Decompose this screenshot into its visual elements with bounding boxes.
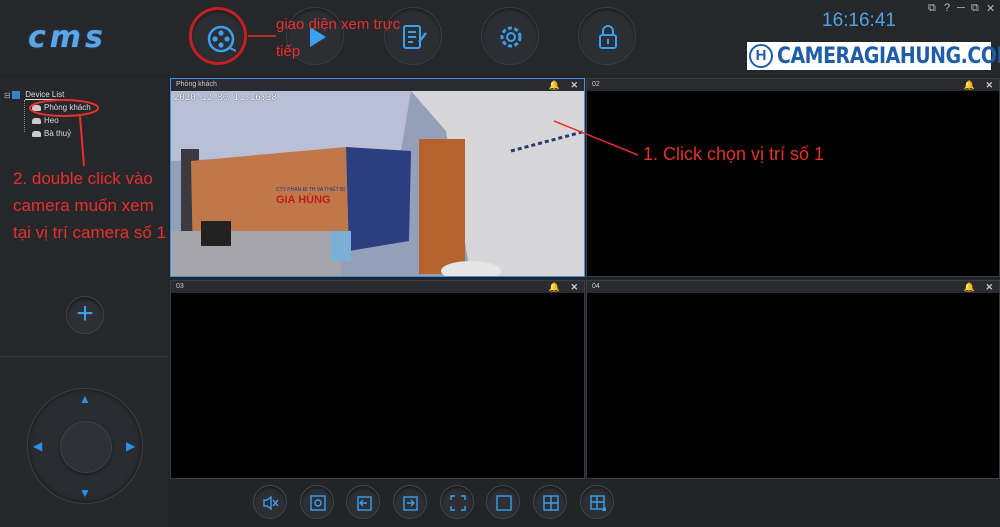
next-button[interactable] xyxy=(393,485,427,519)
annotation-arrow-icon xyxy=(248,35,276,37)
close-pane-icon[interactable]: ✕ xyxy=(570,79,578,91)
layout-1-button[interactable] xyxy=(486,485,520,519)
gear-icon xyxy=(500,26,522,48)
layout-4-button[interactable] xyxy=(533,485,567,519)
camera-feed-image: 2020-12-30 11:16:38 CTY PHAN ĐI TH VA TH… xyxy=(171,91,584,276)
collapse-icon[interactable]: ⊟ xyxy=(4,91,11,100)
plus-icon: + xyxy=(76,297,94,330)
app-logo: cms xyxy=(28,20,107,55)
pane-header: Phòng khách 🔔 ✕ xyxy=(171,79,584,91)
mute-icon xyxy=(263,495,279,511)
video-pane-2[interactable]: 02 🔔 ✕ xyxy=(586,78,1000,277)
lock-icon xyxy=(599,25,617,49)
help-icon[interactable]: ? xyxy=(944,2,950,14)
next-icon xyxy=(403,496,418,511)
pane-title: Phòng khách xyxy=(176,81,217,88)
pane-header: 02 🔔 ✕ xyxy=(587,79,999,91)
layout-more-icon xyxy=(590,495,606,511)
maximize-icon[interactable]: ⧉ xyxy=(971,2,979,15)
living-room-scene xyxy=(171,91,584,276)
wall-sign-small: CTY PHAN ĐI TH VA THIẾT BỊ xyxy=(276,187,345,193)
pane-header: 04 🔔 ✕ xyxy=(587,281,999,293)
left-panel: ⊟ Device List Phòng khách Heo Bà thuỷ + … xyxy=(0,78,168,527)
add-device-button[interactable]: + xyxy=(66,296,104,334)
close-pane-icon[interactable]: ✕ xyxy=(570,281,578,293)
alarm-bell-icon[interactable]: 🔔 xyxy=(549,281,560,293)
layout-4-icon xyxy=(543,495,559,511)
brand-mark: H xyxy=(749,44,773,68)
top-toolbar: cms giao diện xem trực tiếp 16:16:41 ⧉ ?… xyxy=(0,0,1000,75)
previous-button[interactable] xyxy=(346,485,380,519)
double-click-annotation: 2. double click vào camera muốn xem tại … xyxy=(13,169,167,242)
ptz-left-icon[interactable]: ◀ xyxy=(33,439,42,453)
live-view-annotation: giao diện xem trực tiếp xyxy=(276,16,401,60)
close-pane-icon[interactable]: ✕ xyxy=(985,79,993,91)
brand-text: CAMERAGIAHUNG.COM xyxy=(777,44,1000,69)
live-view-button[interactable] xyxy=(189,7,247,65)
film-reel-icon xyxy=(207,25,236,53)
video-pane-4[interactable]: 04 🔔 ✕ xyxy=(586,280,1000,479)
timestamp-overlay: 2020-12-30 11:16:38 xyxy=(174,93,277,103)
brand-watermark: H CAMERAGIAHUNG.COM xyxy=(747,42,1000,70)
pane-title: 02 xyxy=(592,81,600,88)
alarm-bell-icon[interactable]: 🔔 xyxy=(964,281,975,293)
click-position-annotation: 1. Click chọn vị trí số 1 xyxy=(643,144,825,164)
pane-title: 04 xyxy=(592,283,600,290)
clock: 16:16:41 xyxy=(822,10,896,31)
ptz-right-icon[interactable]: ▶ xyxy=(126,439,135,453)
alarm-bell-icon[interactable]: 🔔 xyxy=(964,79,975,91)
close-window-icon[interactable]: ✕ xyxy=(986,2,995,15)
pane-title: 03 xyxy=(176,283,184,290)
close-pane-icon[interactable]: ✕ xyxy=(985,281,993,293)
mute-button[interactable] xyxy=(253,485,287,519)
lock-button[interactable] xyxy=(578,7,636,65)
video-pane-1[interactable]: Phòng khách 🔔 ✕ 2020-12-30 11:16:38 CTY … xyxy=(170,78,585,277)
panel-divider xyxy=(0,356,168,357)
ptz-center-button[interactable] xyxy=(60,421,112,473)
fullscreen-icon xyxy=(450,495,466,511)
minimize-icon[interactable]: ─ xyxy=(957,2,965,14)
layout-1-icon xyxy=(496,495,512,511)
snapshot-button[interactable] xyxy=(300,485,334,519)
ptz-up-icon[interactable]: ▲ xyxy=(79,392,91,406)
layout-more-button[interactable] xyxy=(580,485,614,519)
prev-icon xyxy=(357,496,372,511)
fullscreen-button[interactable] xyxy=(440,485,474,519)
pane-header: 03 🔔 ✕ xyxy=(171,281,584,293)
restore-small-icon[interactable]: ⧉ xyxy=(928,2,936,15)
video-pane-3[interactable]: 03 🔔 ✕ xyxy=(170,280,585,479)
wall-sign-big: GIA HÙNG xyxy=(276,194,331,206)
ptz-down-icon[interactable]: ▼ xyxy=(79,486,91,500)
ptz-control: ▲ ▼ ◀ ▶ xyxy=(27,388,143,504)
annotation-arrow-icon xyxy=(553,120,639,156)
alarm-bell-icon[interactable]: 🔔 xyxy=(549,79,560,91)
snapshot-icon xyxy=(310,495,326,511)
settings-button[interactable] xyxy=(481,7,539,65)
